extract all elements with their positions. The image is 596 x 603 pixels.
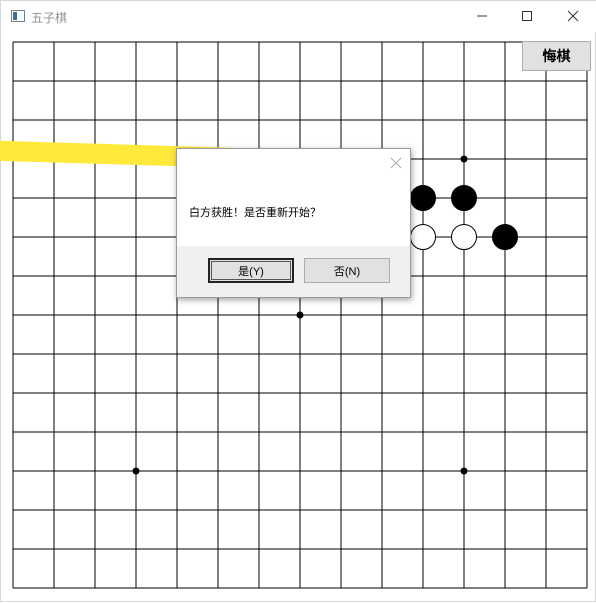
undo-button[interactable]: 悔棋	[522, 41, 591, 71]
star-point	[460, 155, 468, 163]
gomoku-board[interactable]	[1, 1, 596, 603]
game-over-dialog: 白方获胜！是否重新开始？ 是(Y) 否(N)	[176, 148, 411, 298]
star-point	[460, 467, 468, 475]
dialog-footer: 是(Y) 否(N)	[177, 246, 410, 297]
white-stone	[410, 224, 436, 250]
dialog-message: 白方获胜！是否重新开始？	[189, 206, 321, 219]
dialog-close-icon[interactable]	[389, 156, 403, 170]
star-point	[132, 467, 140, 475]
star-point	[296, 311, 304, 319]
black-stone	[451, 185, 477, 211]
black-stone	[492, 224, 518, 250]
game-window: 五子棋 悔棋	[0, 0, 596, 602]
yes-button[interactable]: 是(Y)	[208, 258, 294, 283]
no-button[interactable]: 否(N)	[304, 258, 390, 283]
white-stone	[451, 224, 477, 250]
black-stone	[410, 185, 436, 211]
